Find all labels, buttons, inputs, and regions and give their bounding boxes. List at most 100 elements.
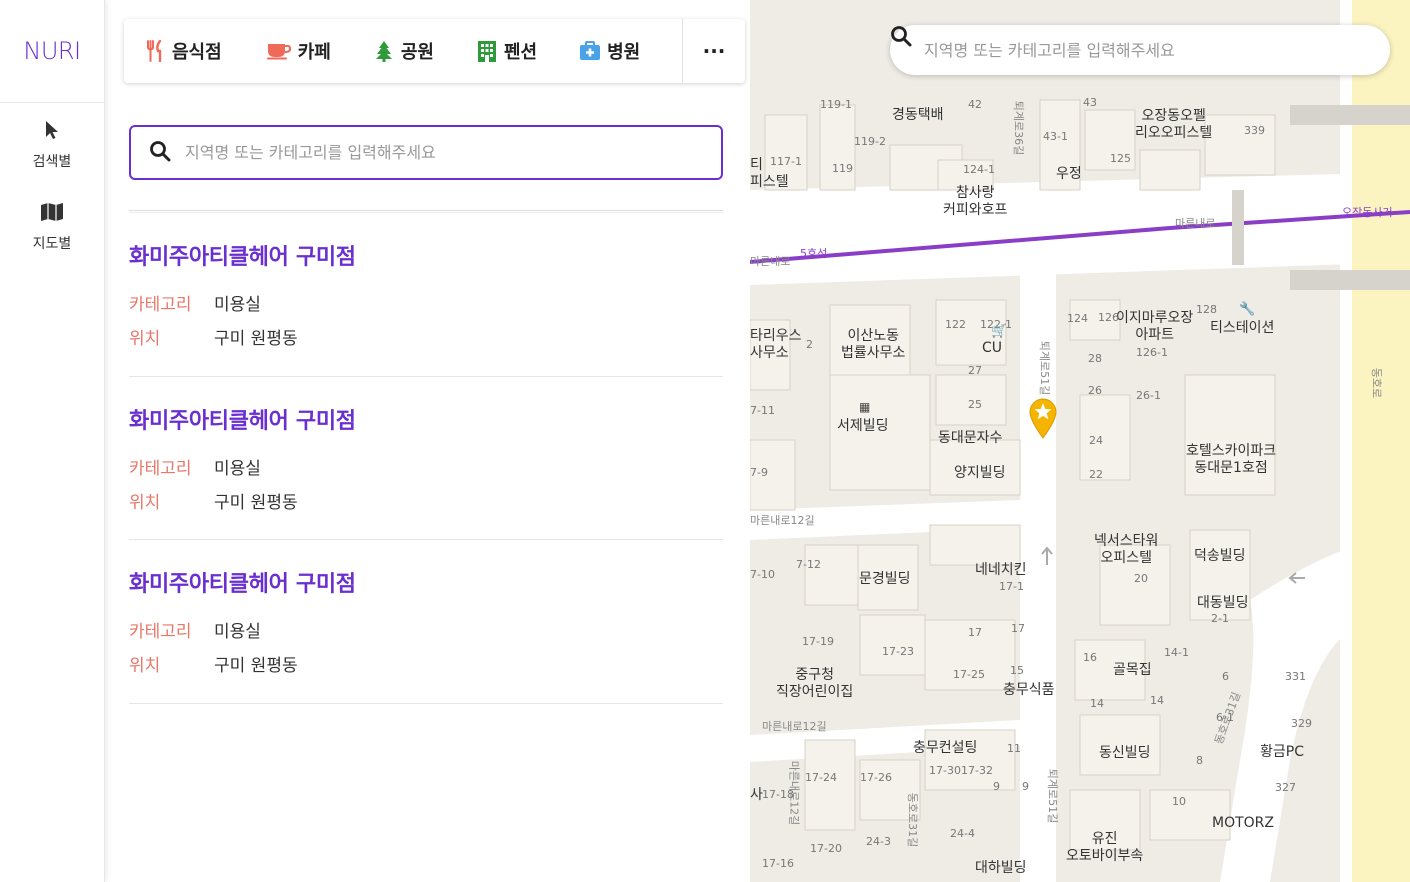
result-location-value: 구미 원평동 [214, 329, 298, 349]
map-search-box[interactable] [890, 25, 1390, 75]
lot-number: 126 [1098, 311, 1119, 324]
map-view[interactable]: 경동택배 오장동오펠 리오오피스텔 우정 참사랑 커피와호프 이산노동 법률사무… [750, 0, 1410, 882]
lot-number: 17-23 [882, 645, 914, 658]
map-label[interactable]: 충무식품 [1003, 682, 1055, 699]
lot-number: 17-24 [805, 771, 837, 784]
lot-number: 17-25 [953, 668, 985, 681]
category-cafe-label: 카페 [297, 42, 331, 63]
lot-number: 122 [945, 318, 966, 331]
map-icon [40, 201, 64, 223]
lot-number: 14 [1090, 697, 1104, 710]
category-cafe[interactable]: 카페 [222, 19, 331, 83]
map-label[interactable]: 타리우스 사무소 [750, 328, 802, 362]
road-label: 퇴계로51길 [1046, 768, 1060, 824]
lot-number: 7-10 [750, 568, 775, 581]
category-hospital[interactable]: 병원 [537, 19, 640, 83]
result-title[interactable]: 화미주아티클헤어 구미점 [129, 403, 723, 435]
nav-map[interactable]: 지도별 [0, 201, 104, 269]
result-item[interactable]: 화미주아티클헤어 구미점 카테고리 미용실 위치 구미 원평동 [129, 213, 723, 377]
map-label[interactable]: 넥서스타워 오피스텔 [1094, 533, 1158, 567]
map-label[interactable]: 황금PC [1260, 744, 1304, 761]
lot-number: 17-1 [999, 580, 1024, 593]
nav-search[interactable]: 검색별 [0, 119, 104, 187]
result-title[interactable]: 화미주아티클헤어 구미점 [129, 566, 723, 598]
road-label: 동호로31길 [906, 792, 920, 848]
result-category-value: 미용실 [214, 458, 261, 479]
lot-number: 22 [1089, 468, 1103, 481]
map-label[interactable]: 오장동오펠 리오오피스텔 [1135, 108, 1212, 142]
map-label[interactable]: 참사랑 커피와호프 [943, 185, 1007, 219]
result-location-row: 위치 구미 원평동 [129, 656, 723, 676]
lot-number: 43-1 [1043, 130, 1068, 143]
map-label[interactable]: 동대문자수 [938, 430, 1002, 447]
location-marker-icon[interactable] [1028, 397, 1058, 439]
category-restaurant[interactable]: 음식점 [124, 19, 222, 83]
result-category-key: 카테고리 [129, 622, 192, 642]
lot-number: 14-1 [1164, 646, 1189, 659]
map-canvas [750, 0, 1410, 882]
search-input[interactable] [185, 143, 685, 162]
category-pension[interactable]: 펜션 [434, 19, 537, 83]
lot-number: 125 [1110, 152, 1131, 165]
map-search-input[interactable] [924, 40, 1344, 60]
road-label: 마른내로12길 [762, 720, 827, 733]
lot-number: 24 [1089, 434, 1103, 447]
map-label[interactable]: 골목집 [1113, 662, 1152, 679]
more-button[interactable]: ··· [683, 19, 745, 83]
result-location-key: 위치 [129, 656, 161, 676]
map-label[interactable]: 호텔스카이파크 동대문1호점 [1186, 443, 1276, 477]
map-label[interactable]: 충무컨설팅 [913, 740, 977, 757]
map-label[interactable]: 네네치킨 [975, 562, 1027, 579]
category-park[interactable]: 공원 [331, 19, 434, 83]
map-label[interactable]: 티스테이션 [1210, 320, 1274, 337]
map-label[interactable]: 서제빌딩 [837, 418, 889, 435]
road-label: 퇴계로51길 [1038, 340, 1052, 396]
lot-number: 24-4 [950, 827, 975, 840]
map-label[interactable]: CU [982, 340, 1002, 357]
map-label[interactable]: 동신빌딩 [1099, 745, 1151, 762]
map-label[interactable]: 유진 오토바이부속 [1066, 831, 1143, 865]
lot-number: 9 [993, 780, 1000, 793]
map-label[interactable]: 대하빌딩 [975, 860, 1027, 877]
result-category-row: 카테고리 미용실 [129, 622, 723, 642]
map-label[interactable]: 이지마루오장 아파트 [1116, 310, 1193, 344]
app-logo[interactable]: NURI [0, 0, 104, 103]
lot-number: 17-20 [810, 842, 842, 855]
map-label[interactable]: 우정 [1056, 166, 1082, 183]
result-location-row: 위치 구미 원평동 [129, 329, 723, 349]
lot-number: 119 [832, 162, 853, 175]
lot-number: 17-30 [929, 764, 961, 777]
road-label: 마른내로 [1175, 217, 1216, 230]
lot-number: 17-18 [762, 788, 794, 801]
map-label[interactable]: 중구청 직장어린이집 [776, 667, 853, 701]
map-label[interactable]: 경동택배 [892, 107, 944, 124]
result-category-row: 카테고리 미용실 [129, 459, 723, 479]
lot-number: 27 [968, 364, 982, 377]
road-label: 마른내로12길 [750, 514, 815, 527]
lot-number: 43 [1083, 96, 1097, 109]
map-label[interactable]: 양지빌딩 [954, 465, 1006, 482]
search-box[interactable] [129, 125, 723, 180]
lot-number: 8 [1196, 754, 1203, 767]
lot-number: 6 [1222, 670, 1229, 683]
map-label[interactable]: 문경빌딩 [859, 571, 911, 588]
map-label[interactable]: MOTORZ [1212, 815, 1274, 832]
lot-number: 331 [1285, 670, 1306, 683]
map-label[interactable]: 대동빌딩 [1197, 595, 1249, 612]
lot-number: 42 [968, 98, 982, 111]
lot-number: 126-1 [1136, 346, 1168, 359]
result-title[interactable]: 화미주아티클헤어 구미점 [129, 239, 723, 271]
map-label[interactable]: 덕송빌딩 [1194, 548, 1246, 565]
building-icon [476, 40, 498, 62]
map-label[interactable]: 사 [750, 787, 763, 804]
result-item[interactable]: 화미주아티클헤어 구미점 카테고리 미용실 위치 구미 원평동 [129, 540, 723, 704]
cart-icon: 🛒 [991, 324, 1008, 339]
road-label: 마른내로 [750, 255, 791, 268]
result-item[interactable]: 화미주아티클헤어 구미점 카테고리 미용실 위치 구미 원평동 [129, 377, 723, 540]
lot-number: 2 [806, 338, 813, 351]
map-label[interactable]: 이산노동 법률사무소 [841, 328, 905, 362]
result-category-key: 카테고리 [129, 295, 192, 315]
road-label: 동호로 [1370, 367, 1384, 399]
list-panel: 음식점 카페 공원 펜션 병원 ··· 지역명 또는 카테고리를 입력해주세요 … [105, 0, 750, 882]
result-category-value: 미용실 [214, 622, 261, 642]
